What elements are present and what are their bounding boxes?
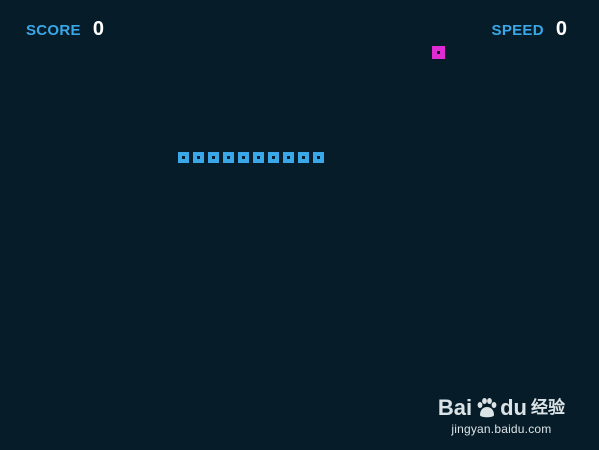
snake-segment	[207, 151, 220, 164]
food-pellet	[432, 46, 445, 59]
watermark-logo: Bai du 经验	[438, 396, 565, 420]
score-label: SCORE	[26, 22, 81, 39]
snake-segment	[267, 151, 280, 164]
score-display: SCORE 0	[26, 18, 104, 41]
watermark-brand-left: Bai	[437, 395, 473, 420]
baidu-jingyan-watermark: Bai du 经验 jingyan.baidu.com	[438, 396, 565, 437]
score-value: 0	[92, 18, 104, 40]
speed-display: SPEED 0	[492, 18, 567, 41]
speed-value: 0	[555, 18, 567, 40]
snake-segment	[282, 151, 295, 164]
snake-segment	[312, 151, 325, 164]
snake-segment	[252, 151, 265, 164]
snake-segment	[237, 151, 250, 164]
snake-segment	[297, 151, 310, 164]
snake-segment	[177, 151, 190, 164]
watermark-product: 经验	[531, 398, 565, 417]
snake-segment	[222, 151, 235, 164]
game-board[interactable]: SCORE 0 SPEED 0 Bai du 经验 jingyan.baidu.…	[0, 0, 599, 450]
watermark-url: jingyan.baidu.com	[451, 422, 552, 436]
paw-icon	[477, 398, 497, 418]
snake-segment	[192, 151, 205, 164]
speed-label: SPEED	[491, 22, 544, 39]
watermark-brand-right: du	[500, 395, 527, 420]
